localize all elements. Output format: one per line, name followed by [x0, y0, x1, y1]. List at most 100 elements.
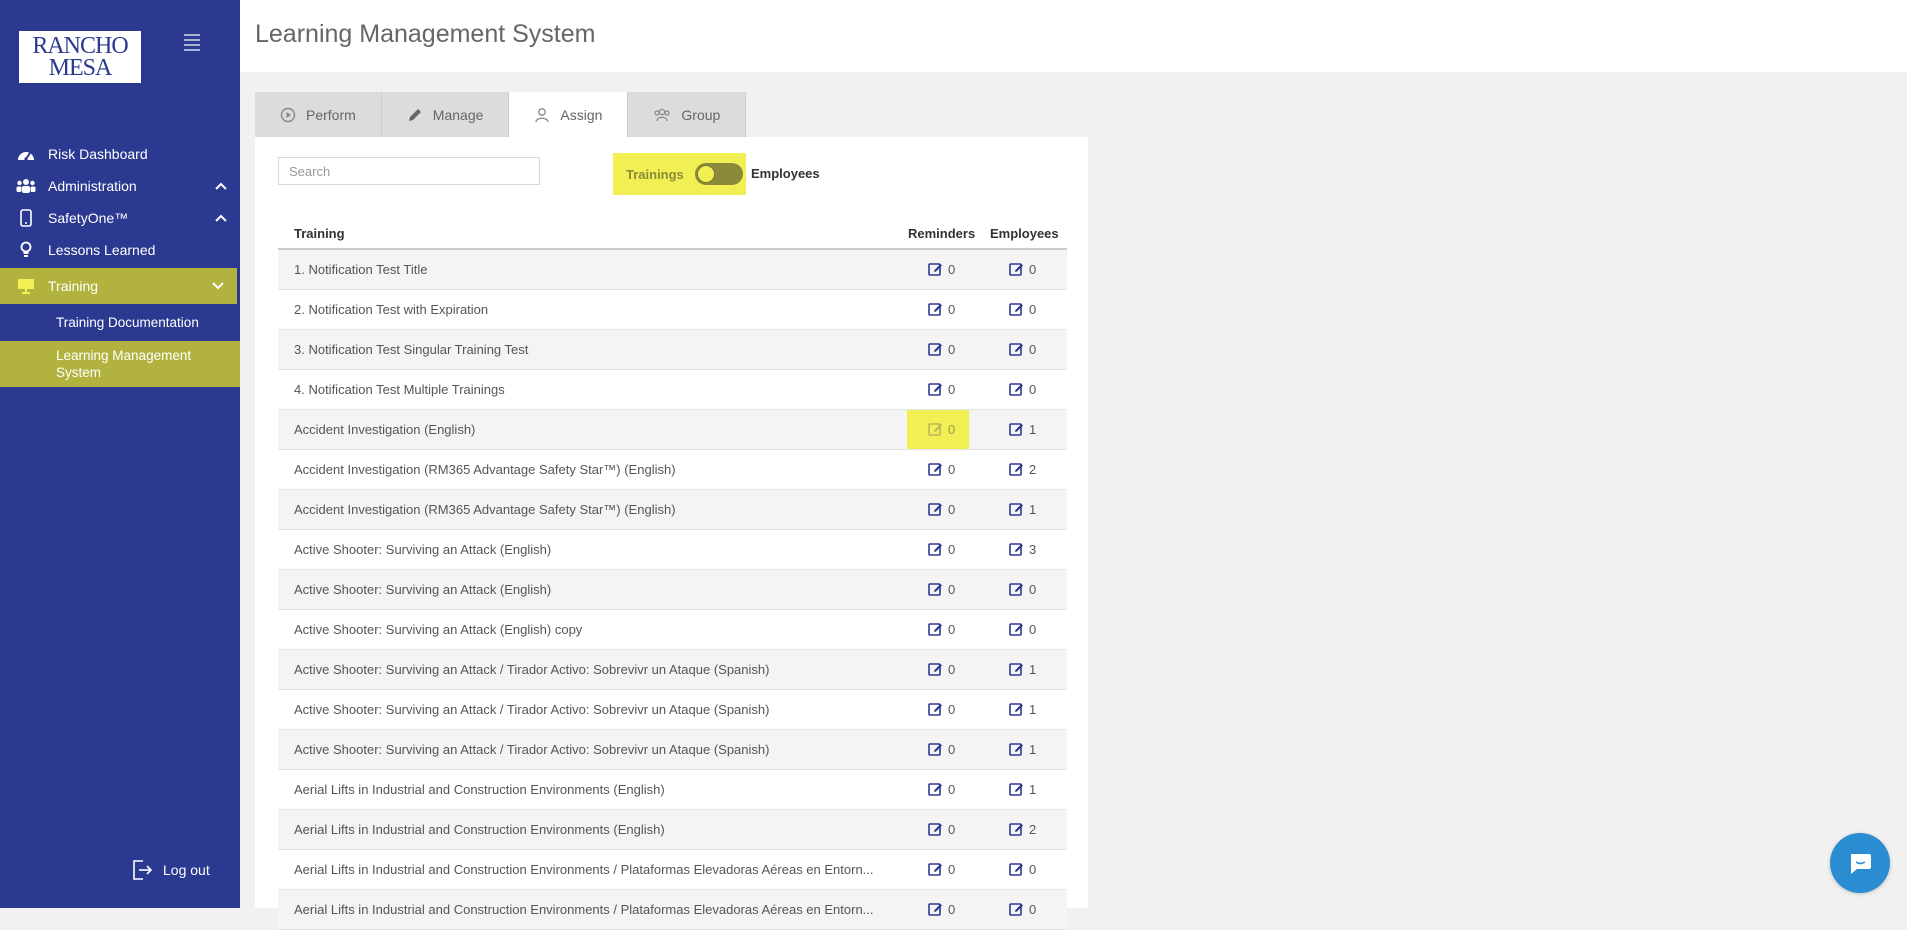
employees-cell[interactable]: 1 [989, 410, 1049, 449]
dashboard-icon [16, 145, 36, 163]
edit-icon [1009, 422, 1024, 437]
sidebar-item-lessons-learned[interactable]: Lessons Learned [0, 234, 240, 266]
employees-cell[interactable]: 3 [989, 530, 1049, 569]
reminders-cell[interactable]: 0 [907, 850, 969, 889]
reminders-cell[interactable]: 0 [907, 770, 969, 809]
search-input[interactable] [278, 157, 540, 185]
employees-cell[interactable]: 0 [989, 850, 1049, 889]
table-row[interactable]: Active Shooter: Surviving an Attack (Eng… [278, 530, 1067, 570]
column-header-employees[interactable]: Employees [990, 226, 1059, 241]
reminders-cell[interactable]: 0 [907, 330, 969, 369]
training-name: Accident Investigation (English) [294, 422, 476, 437]
training-name: Active Shooter: Surviving an Attack / Ti… [294, 662, 770, 677]
employees-count: 0 [1029, 582, 1037, 597]
employees-cell[interactable]: 1 [989, 650, 1049, 689]
training-name: Active Shooter: Surviving an Attack (Eng… [294, 582, 552, 597]
edit-icon [928, 542, 943, 557]
tab-manage[interactable]: Manage [381, 92, 510, 137]
reminders-cell[interactable]: 0 [907, 570, 969, 609]
table-row[interactable]: Accident Investigation (RM365 Advantage … [278, 490, 1067, 530]
employees-cell[interactable]: 0 [989, 330, 1049, 369]
reminders-count: 0 [948, 582, 956, 597]
employees-cell[interactable]: 0 [989, 890, 1049, 929]
table-row[interactable]: Active Shooter: Surviving an Attack / Ti… [278, 650, 1067, 690]
chevron-up-icon[interactable] [214, 211, 228, 225]
employees-cell[interactable]: 0 [989, 250, 1049, 289]
reminders-cell[interactable]: 0 [907, 650, 969, 689]
table-row[interactable]: Aerial Lifts in Industrial and Construct… [278, 850, 1067, 890]
chevron-down-icon[interactable] [211, 279, 225, 293]
sidebar-item-label: Lessons Learned [48, 242, 156, 258]
edit-icon [928, 302, 943, 317]
sidebar-item-administration[interactable]: Administration [0, 170, 240, 202]
employees-cell[interactable]: 2 [989, 810, 1049, 849]
employees-cell[interactable]: 1 [989, 690, 1049, 729]
table-row[interactable]: Accident Investigation (English) 0 1 [278, 410, 1067, 450]
table-row[interactable]: 2. Notification Test with Expiration 0 0 [278, 290, 1067, 330]
reminders-cell[interactable]: 0 [907, 250, 969, 289]
table-row[interactable]: Active Shooter: Surviving an Attack / Ti… [278, 730, 1067, 770]
sidebar-subitem-learning-management-system[interactable]: Learning Management System [0, 341, 240, 387]
table-row[interactable]: Active Shooter: Surviving an Attack (Eng… [278, 570, 1067, 610]
employees-cell[interactable]: 2 [989, 450, 1049, 489]
menu-toggle-icon[interactable] [184, 34, 200, 51]
reminders-cell[interactable]: 0 [907, 450, 969, 489]
reminders-cell[interactable]: 0 [907, 490, 969, 529]
training-name: Accident Investigation (RM365 Advantage … [294, 502, 676, 517]
employees-count: 2 [1029, 822, 1037, 837]
table-row[interactable]: 3. Notification Test Singular Training T… [278, 330, 1067, 370]
column-header-training[interactable]: Training [294, 226, 345, 241]
rancho-mesa-logo[interactable]: RANCHO MESA [19, 31, 141, 83]
tab-assign[interactable]: Assign [509, 92, 629, 137]
trainings-employees-switch[interactable] [694, 163, 743, 185]
employees-cell[interactable]: 1 [989, 730, 1049, 769]
employees-cell[interactable]: 0 [989, 370, 1049, 409]
edit-icon [1009, 822, 1024, 837]
edit-icon [928, 902, 943, 917]
sidebar-item-label: Administration [48, 178, 137, 194]
chat-button[interactable] [1830, 833, 1890, 893]
table-row[interactable]: Aerial Lifts in Industrial and Construct… [278, 890, 1067, 930]
sidebar-item-risk-dashboard[interactable]: Risk Dashboard [0, 138, 240, 170]
reminders-cell[interactable]: 0 [907, 290, 969, 329]
reminders-cell[interactable]: 0 [907, 730, 969, 769]
tab-perform[interactable]: Perform [255, 92, 382, 137]
edit-icon [928, 862, 943, 877]
training-name: Active Shooter: Surviving an Attack (Eng… [294, 542, 552, 557]
reminders-count: 0 [948, 262, 956, 277]
employees-cell[interactable]: 0 [989, 570, 1049, 609]
sidebar-item-training[interactable]: Training [0, 268, 237, 304]
table-row[interactable]: Aerial Lifts in Industrial and Construct… [278, 770, 1067, 810]
edit-icon [1009, 902, 1024, 917]
reminders-cell[interactable]: 0 [907, 690, 969, 729]
reminders-cell[interactable]: 0 [907, 530, 969, 569]
chevron-up-icon[interactable] [214, 179, 228, 193]
employees-cell[interactable]: 1 [989, 770, 1049, 809]
employees-cell[interactable]: 0 [989, 610, 1049, 649]
employees-cell[interactable]: 0 [989, 290, 1049, 329]
training-name: Active Shooter: Surviving an Attack (Eng… [294, 622, 583, 637]
page-header: Learning Management System [240, 0, 1907, 72]
sidebar-subitem-training-documentation[interactable]: Training Documentation [0, 310, 240, 335]
table-row[interactable]: 4. Notification Test Multiple Trainings 0… [278, 370, 1067, 410]
edit-icon [928, 262, 943, 277]
tab-group[interactable]: Group [628, 92, 747, 137]
reminders-cell[interactable]: 0 [907, 810, 969, 849]
reminders-count: 0 [948, 662, 956, 677]
logout-button[interactable]: Log out [131, 858, 210, 882]
reminders-cell[interactable]: 0 [907, 370, 969, 409]
user-icon [534, 107, 550, 123]
table-row[interactable]: 1. Notification Test Title 0 0 [278, 250, 1067, 290]
reminders-cell[interactable]: 0 [907, 610, 969, 649]
reminders-cell[interactable]: 0 [907, 410, 969, 449]
sidebar-item-safetyone[interactable]: SafetyOne™ [0, 202, 240, 234]
reminders-cell[interactable]: 0 [907, 890, 969, 929]
table-row[interactable]: Active Shooter: Surviving an Attack (Eng… [278, 610, 1067, 650]
edit-icon [1009, 782, 1024, 797]
column-header-reminders[interactable]: Reminders [908, 226, 975, 241]
table-row[interactable]: Accident Investigation (RM365 Advantage … [278, 450, 1067, 490]
table-row[interactable]: Aerial Lifts in Industrial and Construct… [278, 810, 1067, 850]
employees-cell[interactable]: 1 [989, 490, 1049, 529]
edit-icon [1009, 382, 1024, 397]
table-row[interactable]: Active Shooter: Surviving an Attack / Ti… [278, 690, 1067, 730]
